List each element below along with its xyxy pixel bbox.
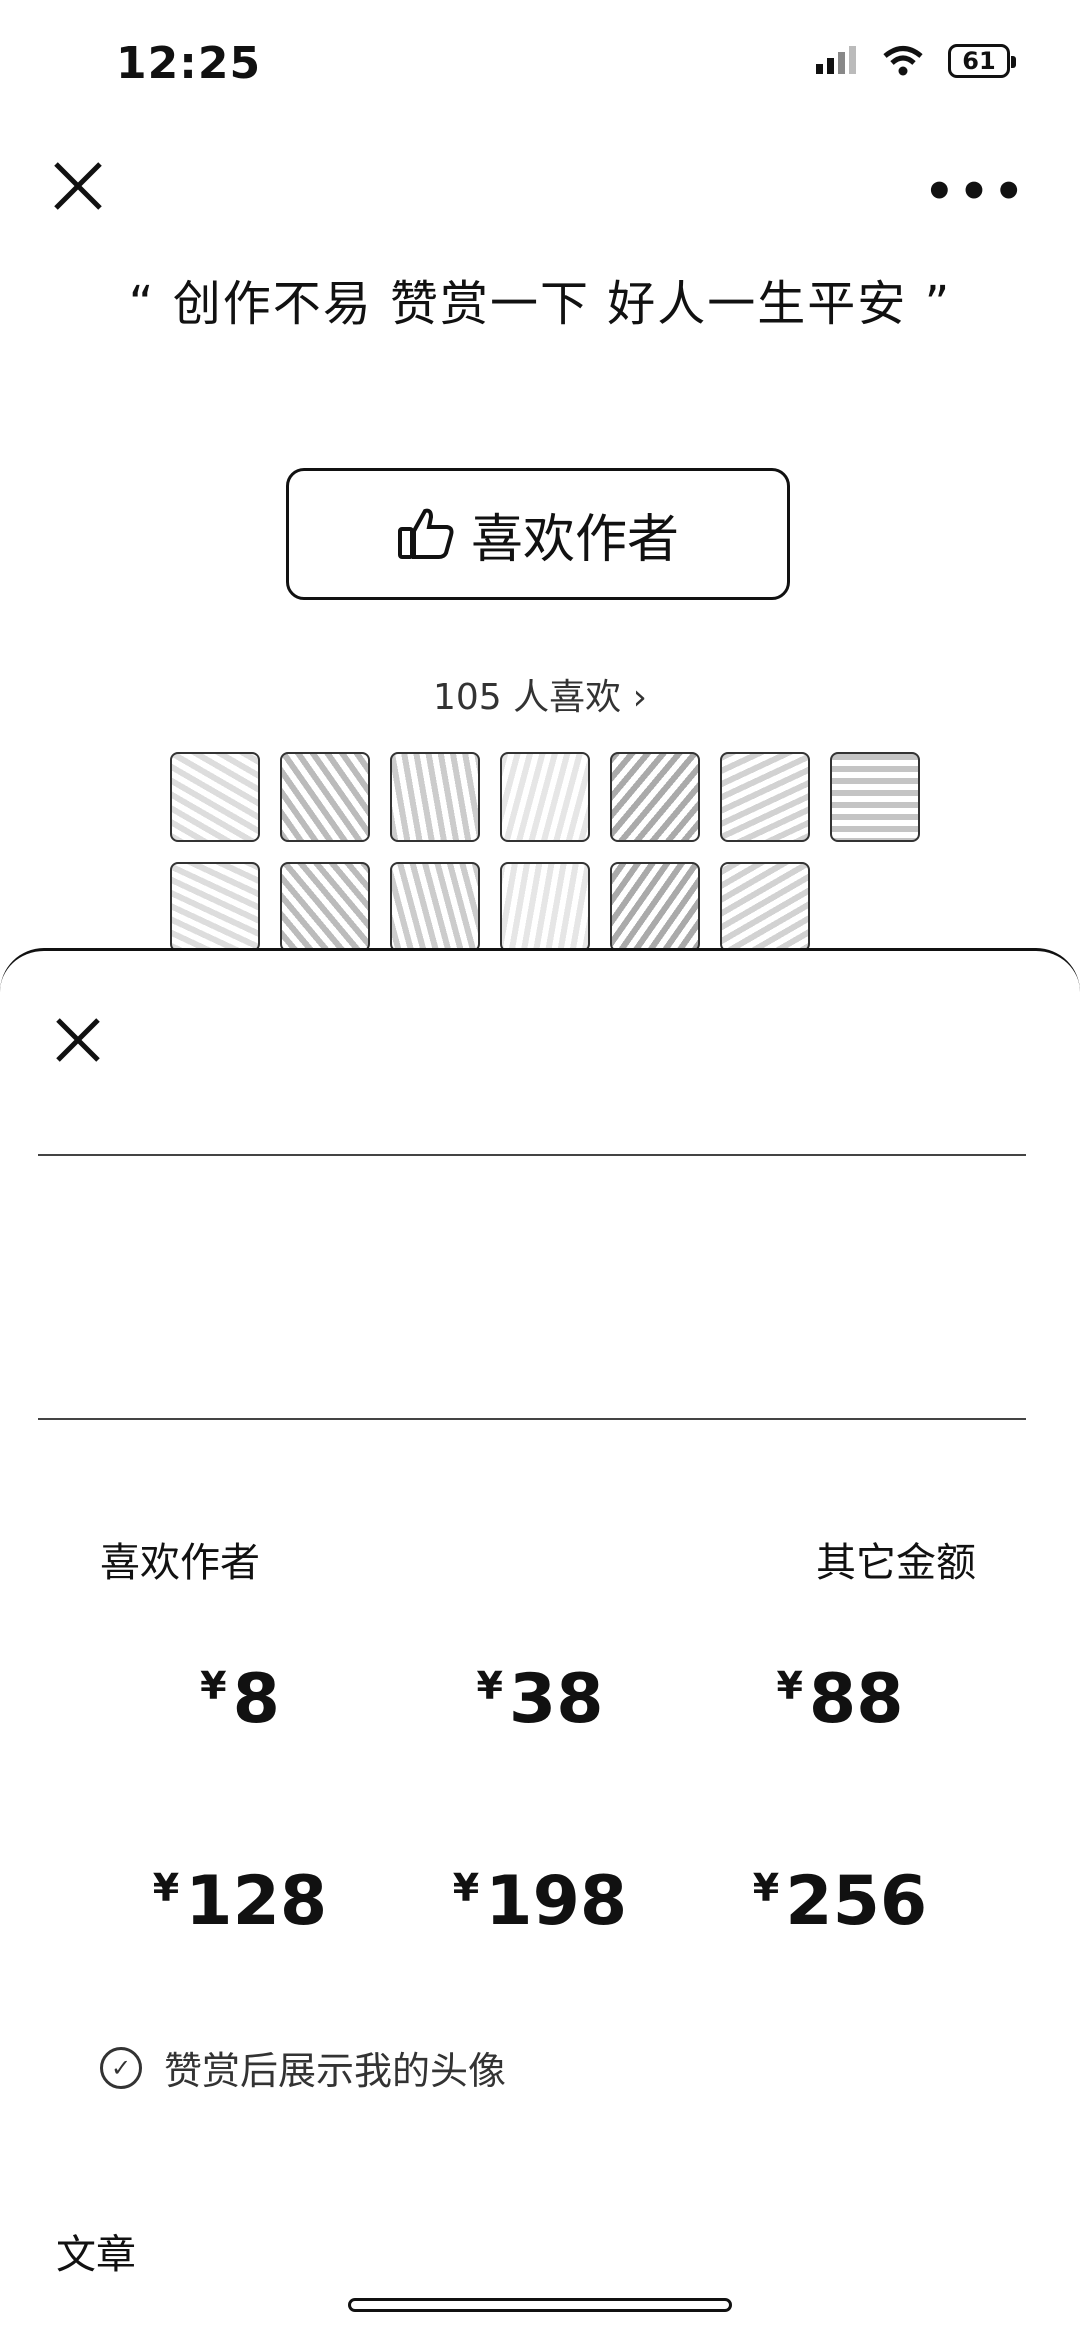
amount-value: 256 [785, 1862, 928, 1941]
section-title: 喜欢作者 [100, 1540, 260, 1586]
battery-icon: 61 [948, 44, 1016, 78]
currency-symbol: ¥ [452, 1866, 480, 1910]
show-avatar-checkbox[interactable]: ✓ 赞赏后展示我的头像 [100, 2040, 506, 2095]
reward-sheet [0, 948, 1080, 2338]
sheet-close-icon[interactable] [54, 1016, 102, 1064]
currency-symbol: ¥ [776, 1664, 803, 1708]
amount-value: 88 [808, 1660, 904, 1739]
liker-avatar[interactable] [170, 862, 260, 952]
amount-value: 38 [508, 1660, 604, 1739]
liker-avatar[interactable] [610, 862, 700, 952]
currency-symbol: ¥ [752, 1866, 780, 1910]
likes-count-link[interactable]: 105 人喜欢 › [0, 668, 1080, 720]
checkmark-icon: ✓ [100, 2046, 142, 2089]
liker-avatar[interactable] [500, 862, 590, 952]
liker-avatar[interactable] [720, 752, 810, 842]
signal-icon [816, 46, 856, 74]
amount-option[interactable]: ¥198 [390, 1862, 690, 1941]
divider-top [38, 1154, 1026, 1156]
amount-option[interactable]: ¥128 [90, 1862, 390, 1941]
liker-avatars [170, 752, 930, 952]
like-author-button[interactable]: 喜欢作者 [286, 468, 790, 600]
status-icons: 61 [814, 44, 1016, 78]
thumbs-up-icon [397, 508, 454, 559]
home-indicator[interactable] [348, 2298, 732, 2312]
liker-avatar[interactable] [500, 752, 590, 842]
amount-value: 128 [185, 1862, 328, 1941]
currency-symbol: ¥ [200, 1664, 227, 1708]
amount-option[interactable]: ¥38 [390, 1660, 690, 1739]
battery-level: 61 [962, 47, 996, 75]
divider-bottom [38, 1418, 1026, 1420]
liker-avatar[interactable] [390, 862, 480, 952]
status-time: 12:25 [116, 38, 262, 89]
currency-symbol: ¥ [152, 1866, 180, 1910]
liker-avatar[interactable] [390, 752, 480, 842]
wifi-icon [883, 46, 923, 76]
article-label: 文章 [56, 2232, 136, 2278]
amount-option[interactable]: ¥88 [690, 1660, 990, 1739]
reward-quote: “ 创作不易 赞赏一下 好人一生平安 ” [128, 276, 952, 332]
liker-avatar[interactable] [720, 862, 810, 952]
amount-option[interactable]: ¥8 [90, 1660, 390, 1739]
liker-avatar[interactable] [170, 752, 260, 842]
show-avatar-label: 赞赏后展示我的头像 [164, 2049, 507, 2093]
more-icon[interactable]: ••• [924, 168, 1028, 216]
liker-avatar[interactable] [610, 752, 700, 842]
amount-option[interactable]: ¥256 [690, 1862, 990, 1941]
liker-avatar[interactable] [280, 752, 370, 842]
other-amount-link[interactable]: 其它金额 [816, 1530, 976, 1588]
currency-symbol: ¥ [476, 1664, 503, 1708]
amount-value: 198 [485, 1862, 628, 1941]
amount-value: 8 [232, 1660, 280, 1739]
liker-avatar[interactable] [830, 752, 920, 842]
liker-avatar[interactable] [280, 862, 370, 952]
close-icon[interactable] [52, 160, 104, 212]
like-author-label: 喜欢作者 [470, 509, 679, 570]
